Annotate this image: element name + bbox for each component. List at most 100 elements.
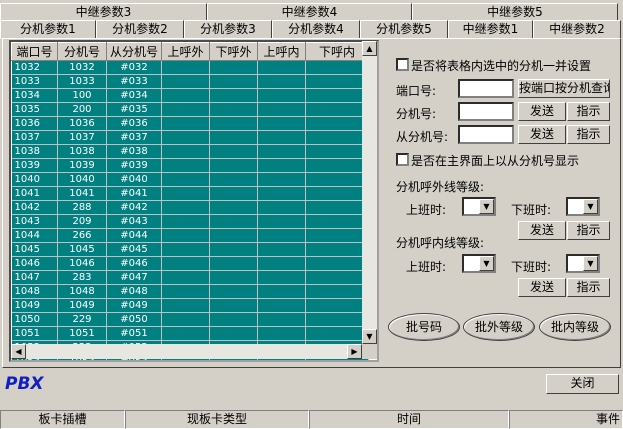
chevron-down-icon[interactable]: ▼ — [583, 256, 598, 271]
table-cell[interactable] — [161, 144, 210, 159]
table-cell[interactable]: 1037 — [11, 130, 58, 145]
table-cell[interactable]: 1042 — [11, 200, 58, 215]
table-cell[interactable] — [209, 186, 258, 201]
out-work-on-select[interactable]: ▼ — [462, 197, 496, 216]
batch-code-button[interactable]: 批号码 — [388, 313, 460, 341]
table-cell[interactable]: 1039 — [57, 158, 107, 173]
in-work-on-select[interactable]: ▼ — [462, 254, 496, 273]
table-cell[interactable]: 1047 — [11, 270, 58, 285]
table-cell[interactable] — [257, 172, 306, 187]
main-display-checkbox[interactable] — [396, 153, 409, 166]
scroll-up-icon[interactable]: ▲ — [362, 41, 377, 56]
table-cell[interactable]: 229 — [57, 312, 107, 327]
table-row[interactable]: 1039 1039 #039 — [11, 158, 369, 173]
table-cell[interactable]: 200 — [57, 102, 107, 117]
table-cell[interactable]: 1033 — [11, 74, 58, 89]
table-cell[interactable] — [209, 158, 258, 173]
table-cell[interactable]: 1033 — [57, 74, 107, 89]
scroll-right-icon[interactable]: ▶ — [347, 344, 362, 359]
table-cell[interactable]: 1038 — [11, 144, 58, 159]
table-cell[interactable]: 1039 — [11, 158, 58, 173]
table-cell[interactable] — [257, 116, 306, 131]
table-cell[interactable]: #039 — [106, 158, 162, 173]
table-cell[interactable]: 1036 — [11, 116, 58, 131]
table-cell[interactable] — [305, 88, 369, 103]
table-cell[interactable] — [161, 60, 210, 75]
table-cell[interactable]: 1046 — [57, 256, 107, 271]
table-cell[interactable]: #050 — [106, 312, 162, 327]
table-cell[interactable] — [161, 200, 210, 215]
table-cell[interactable] — [161, 284, 210, 299]
table-cell[interactable] — [161, 172, 210, 187]
table-cell[interactable] — [209, 88, 258, 103]
table-cell[interactable] — [257, 256, 306, 271]
tab-ext-params-3[interactable]: 分机参数3 — [184, 20, 272, 39]
table-cell[interactable]: 1049 — [57, 298, 107, 313]
table-cell[interactable] — [305, 130, 369, 145]
table-row[interactable]: 1051 1051 #051 — [11, 326, 369, 341]
table-cell[interactable] — [209, 102, 258, 117]
table-cell[interactable] — [161, 312, 210, 327]
in-indicate-button[interactable]: 指示 — [567, 278, 610, 297]
table-row[interactable]: 1040 1040 #040 — [11, 172, 369, 187]
table-row[interactable]: 1041 1041 #041 — [11, 186, 369, 201]
table-cell[interactable] — [305, 186, 369, 201]
table-cell[interactable] — [209, 270, 258, 285]
ext-send-button[interactable]: 发送 — [518, 102, 566, 121]
table-cell[interactable]: #041 — [106, 186, 162, 201]
table-cell[interactable]: 1038 — [57, 144, 107, 159]
table-cell[interactable]: #043 — [106, 214, 162, 229]
table-cell[interactable] — [257, 88, 306, 103]
col-port[interactable]: 端口号 — [11, 42, 58, 61]
table-cell[interactable] — [257, 60, 306, 75]
table-cell[interactable] — [305, 228, 369, 243]
table-cell[interactable]: 1045 — [57, 242, 107, 257]
table-cell[interactable] — [209, 60, 258, 75]
table-cell[interactable]: #048 — [106, 284, 162, 299]
table-cell[interactable] — [209, 312, 258, 327]
out-send-button[interactable]: 发送 — [518, 221, 566, 240]
table-cell[interactable]: 1051 — [11, 326, 58, 341]
col-on-out[interactable]: 上呼外 — [161, 42, 210, 61]
table-cell[interactable] — [305, 326, 369, 341]
close-button[interactable]: 关闭 — [546, 374, 619, 394]
table-cell[interactable] — [161, 130, 210, 145]
table-cell[interactable]: 1048 — [57, 284, 107, 299]
table-row[interactable]: 1045 1045 #045 — [11, 242, 369, 257]
table-cell[interactable] — [305, 270, 369, 285]
chevron-down-icon[interactable]: ▼ — [479, 256, 494, 271]
table-cell[interactable] — [209, 144, 258, 159]
col-off-out[interactable]: 下呼外 — [209, 42, 258, 61]
table-cell[interactable]: #051 — [106, 326, 162, 341]
table-cell[interactable] — [305, 144, 369, 159]
table-cell[interactable] — [161, 116, 210, 131]
table-cell[interactable] — [257, 144, 306, 159]
col-off-in[interactable]: 下呼内 — [305, 42, 369, 61]
table-select-checkbox[interactable] — [396, 58, 409, 71]
table-cell[interactable]: 1049 — [11, 298, 58, 313]
col-subext[interactable]: 从分机号 — [106, 42, 162, 61]
table-cell[interactable] — [161, 186, 210, 201]
table-cell[interactable] — [161, 88, 210, 103]
table-cell[interactable]: 1032 — [11, 60, 58, 75]
chevron-down-icon[interactable]: ▼ — [583, 199, 598, 214]
table-cell[interactable] — [257, 326, 306, 341]
table-cell[interactable]: 1051 — [57, 326, 107, 341]
table-cell[interactable] — [161, 298, 210, 313]
table-cell[interactable] — [305, 284, 369, 299]
col-ext[interactable]: 分机号 — [57, 42, 107, 61]
table-cell[interactable]: 1045 — [11, 242, 58, 257]
table-cell[interactable] — [209, 228, 258, 243]
table-cell[interactable] — [257, 158, 306, 173]
table-cell[interactable] — [209, 74, 258, 89]
table-row[interactable]: 1049 1049 #049 — [11, 298, 369, 313]
query-button[interactable]: 按端口按分机查询 — [518, 79, 610, 98]
scroll-down-icon[interactable]: ▼ — [362, 329, 377, 344]
table-cell[interactable]: 266 — [57, 228, 107, 243]
table-cell[interactable] — [305, 256, 369, 271]
table-cell[interactable]: 1040 — [11, 172, 58, 187]
batch-in-level-button[interactable]: 批内等级 — [539, 313, 611, 341]
tab-trunk-params-2[interactable]: 中继参数2 — [533, 20, 621, 39]
port-input[interactable] — [458, 79, 514, 98]
table-cell[interactable]: 209 — [57, 214, 107, 229]
